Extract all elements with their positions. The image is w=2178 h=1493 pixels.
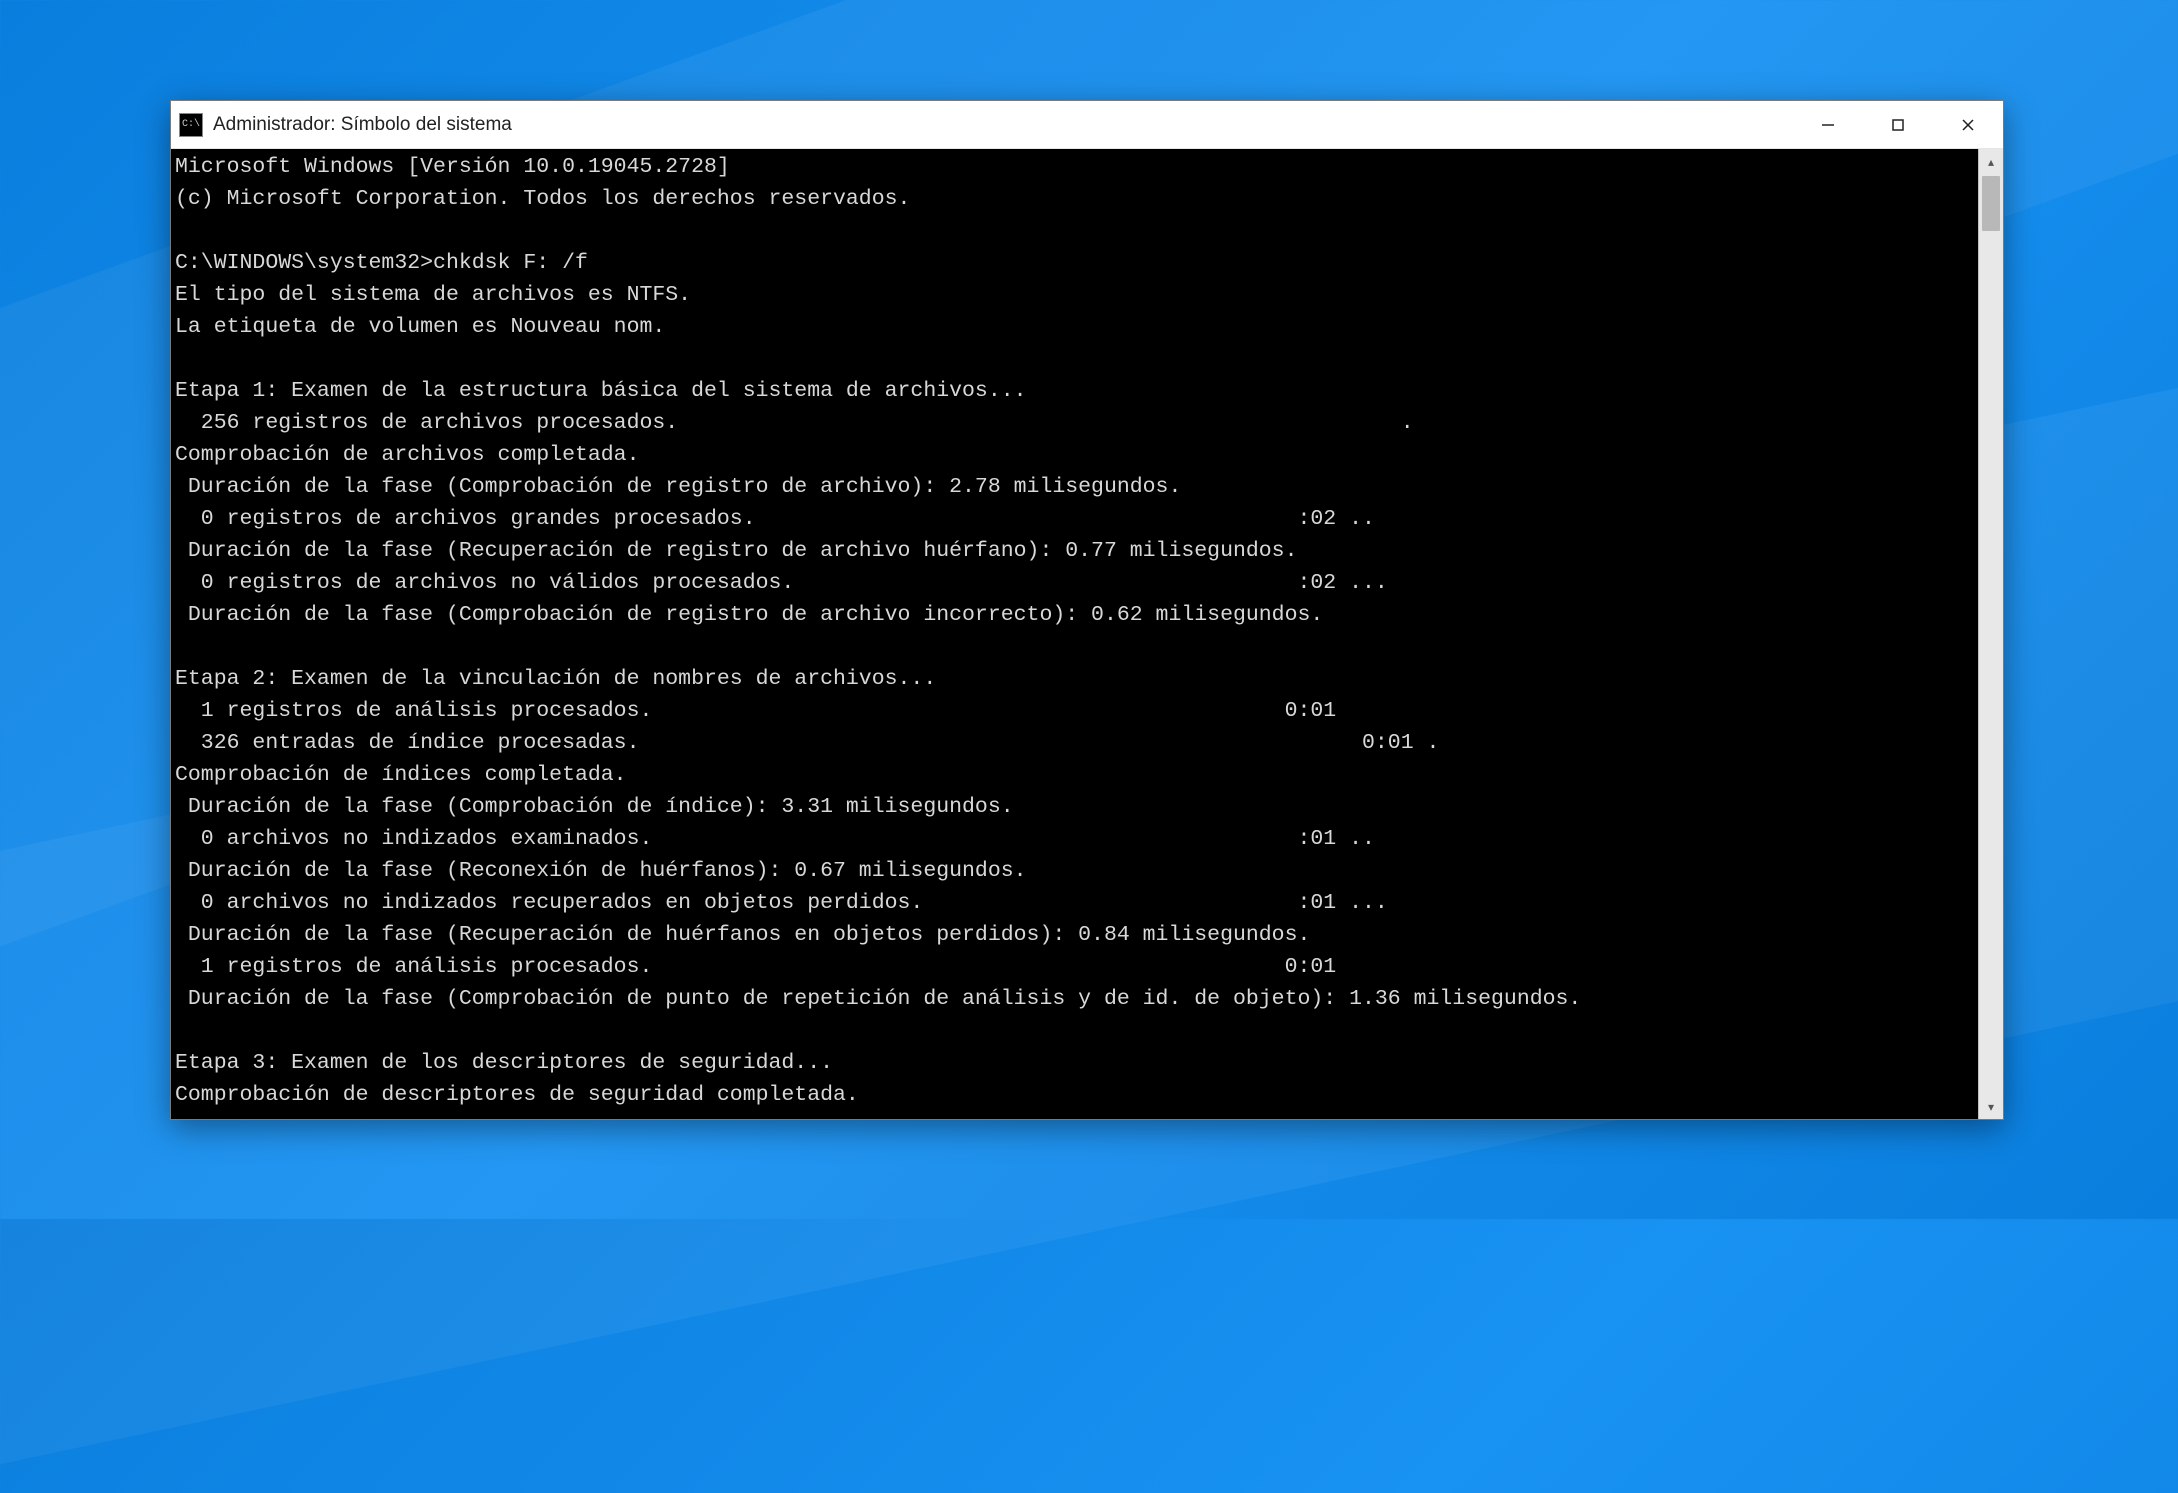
cmd-icon: C:\ [179,113,203,137]
titlebar[interactable]: C:\ Administrador: Símbolo del sistema [171,101,2003,149]
command-prompt-window: C:\ Administrador: Símbolo del sistema M… [170,100,2004,1120]
close-button[interactable] [1933,101,2003,148]
scroll-down-arrow[interactable]: ▾ [1979,1094,2003,1119]
scroll-up-arrow[interactable]: ▴ [1979,149,2003,174]
maximize-button[interactable] [1863,101,1933,148]
window-controls [1793,101,2003,148]
scroll-thumb[interactable] [1982,176,2000,231]
minimize-button[interactable] [1793,101,1863,148]
terminal-body: Microsoft Windows [Versión 10.0.19045.27… [171,149,2003,1119]
vertical-scrollbar[interactable]: ▴ ▾ [1978,149,2003,1119]
window-title: Administrador: Símbolo del sistema [213,114,1793,136]
terminal-output[interactable]: Microsoft Windows [Versión 10.0.19045.27… [171,149,1978,1119]
